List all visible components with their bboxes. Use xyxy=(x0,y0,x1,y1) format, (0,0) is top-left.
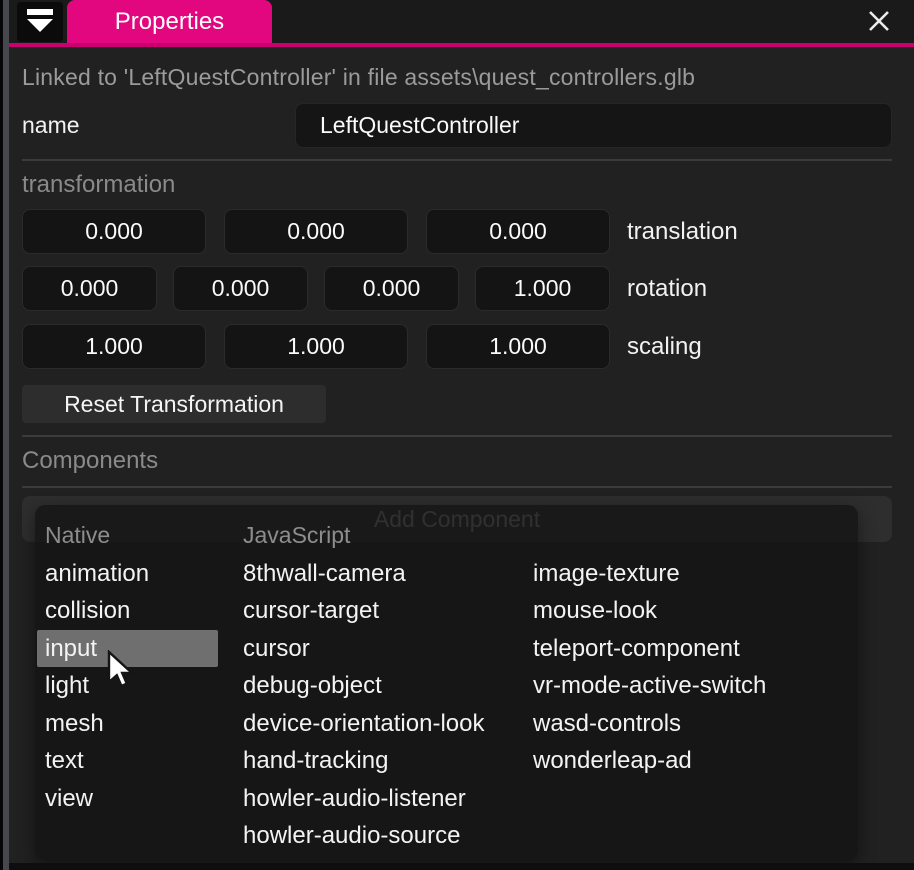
divider xyxy=(22,486,892,488)
dropdown-item[interactable]: image-texture xyxy=(525,555,690,593)
dropdown-item[interactable]: mesh xyxy=(37,705,114,743)
window-footer-strip xyxy=(0,863,914,870)
dropdown-item[interactable]: debug-object xyxy=(235,667,392,705)
dropdown-items-javascript: 8thwall-camera cursor-target cursor debu… xyxy=(243,555,533,855)
dropdown-item[interactable]: hand-tracking xyxy=(235,742,398,780)
rotation-x-input[interactable] xyxy=(22,266,157,311)
name-label: name xyxy=(22,112,295,139)
scaling-row: scaling xyxy=(22,324,892,369)
scaling-label: scaling xyxy=(627,333,702,361)
dropdown-item[interactable]: cursor-target xyxy=(235,592,389,630)
accent-underline xyxy=(9,43,914,47)
translation-z-input[interactable] xyxy=(426,209,610,254)
tab-bar: Properties xyxy=(0,0,914,43)
translation-x-input[interactable] xyxy=(22,209,206,254)
name-input[interactable] xyxy=(295,103,892,148)
rotation-row: rotation xyxy=(22,266,892,311)
divider xyxy=(22,159,892,161)
scaling-z-input[interactable] xyxy=(426,324,610,369)
dropdown-item[interactable]: text xyxy=(37,742,97,780)
translation-y-input[interactable] xyxy=(224,209,408,254)
filter-button[interactable] xyxy=(17,2,63,42)
dropdown-item[interactable]: input xyxy=(37,630,218,668)
window-edge-light xyxy=(3,0,9,870)
add-component-dropdown: Native animation collision input light m… xyxy=(35,505,858,860)
rotation-label: rotation xyxy=(627,275,707,303)
transformation-header: transformation xyxy=(22,171,892,199)
dropdown-item[interactable]: light xyxy=(37,667,99,705)
dropdown-item[interactable]: wasd-controls xyxy=(525,705,691,743)
components-header: Components xyxy=(22,447,892,475)
dropdown-item[interactable]: vr-mode-active-switch xyxy=(525,667,776,705)
dropdown-item[interactable]: collision xyxy=(37,592,140,630)
filter-icon xyxy=(26,8,54,37)
name-row: name xyxy=(22,103,892,148)
dropdown-column-javascript-2: image-texture mouse-look teleport-compon… xyxy=(533,517,858,860)
close-button[interactable] xyxy=(864,9,894,37)
rotation-z-input[interactable] xyxy=(324,266,459,311)
rotation-y-input[interactable] xyxy=(173,266,308,311)
linked-file-note: Linked to 'LeftQuestController' in file … xyxy=(22,64,892,91)
dropdown-item[interactable]: 8thwall-camera xyxy=(235,555,416,593)
dropdown-item[interactable]: view xyxy=(37,780,103,818)
scaling-y-input[interactable] xyxy=(224,324,408,369)
reset-transformation-button[interactable]: Reset Transformation xyxy=(22,385,326,423)
properties-panel: Linked to 'LeftQuestController' in file … xyxy=(0,64,914,542)
dropdown-item[interactable]: animation xyxy=(37,555,159,593)
dropdown-header-javascript: JavaScript xyxy=(243,517,533,555)
dropdown-item[interactable]: device-orientation-look xyxy=(235,705,494,743)
dropdown-column-native: Native animation collision input light m… xyxy=(45,517,243,860)
rotation-w-input[interactable] xyxy=(475,266,610,311)
translation-row: translation xyxy=(22,209,892,254)
dropdown-items-javascript-2: image-texture mouse-look teleport-compon… xyxy=(533,555,858,780)
dropdown-item[interactable]: teleport-component xyxy=(525,630,750,668)
dropdown-column-javascript: JavaScript 8thwall-camera cursor-target … xyxy=(243,517,533,860)
dropdown-header-native: Native xyxy=(45,517,243,555)
scaling-x-input[interactable] xyxy=(22,324,206,369)
dropdown-item[interactable]: howler-audio-listener xyxy=(235,780,476,818)
divider xyxy=(22,435,892,437)
tab-properties[interactable]: Properties xyxy=(67,0,272,43)
dropdown-item[interactable]: wonderleap-ad xyxy=(525,742,702,780)
close-icon xyxy=(866,8,892,39)
dropdown-item[interactable]: howler-audio-source xyxy=(235,817,470,855)
tab-properties-label: Properties xyxy=(115,8,224,36)
dropdown-item[interactable]: cursor xyxy=(235,630,320,668)
dropdown-item[interactable]: mouse-look xyxy=(525,592,667,630)
translation-label: translation xyxy=(627,218,738,246)
dropdown-header-empty xyxy=(533,517,858,555)
dropdown-items-native: animation collision input light mesh tex… xyxy=(45,555,243,818)
